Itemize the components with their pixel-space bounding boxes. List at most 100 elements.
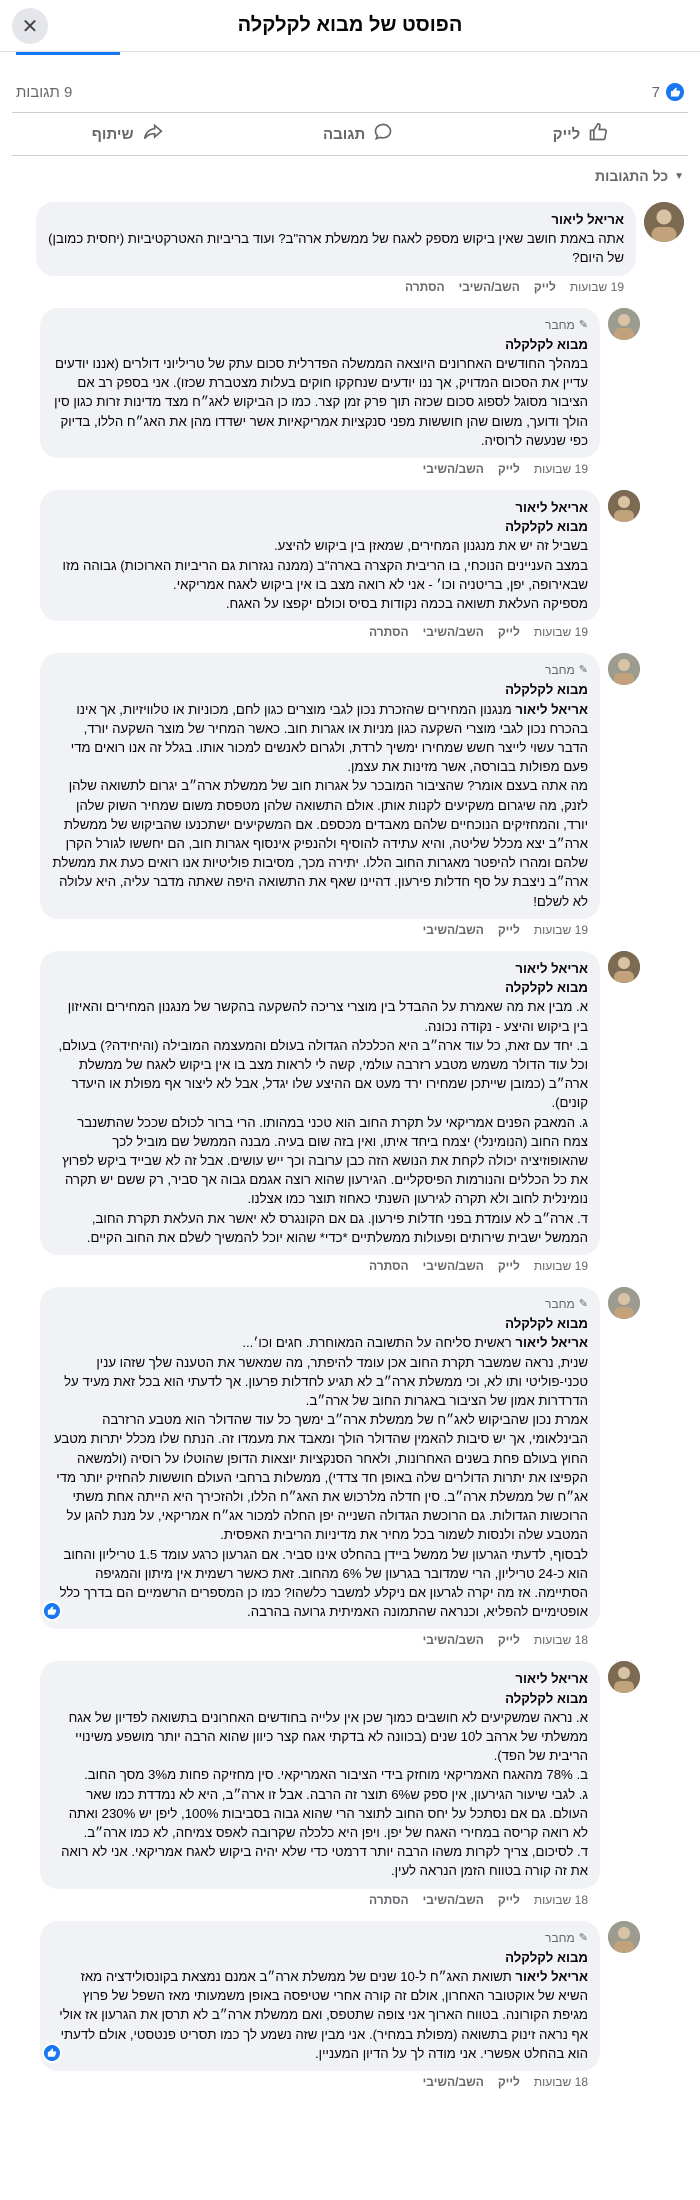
author-badge: מחבר <box>545 1296 575 1311</box>
tagged-page[interactable]: מבוא לקלקלה <box>52 1689 588 1708</box>
mention-link[interactable]: אריאל ליאור <box>515 702 588 717</box>
comment-like-button[interactable]: לייק <box>498 923 520 937</box>
comment-reply-button[interactable]: השב/השיבי <box>423 2075 484 2089</box>
avatar[interactable] <box>608 1286 640 1319</box>
comment-text-content: תשואת האג״ח ל-10 שנים של ממשלת ארה״ב אמנ… <box>55 1969 588 2061</box>
tagged-page[interactable]: מבוא לקלקלה <box>52 978 588 997</box>
post-actions: לייק תגובה שיתוף <box>12 112 688 156</box>
comment-text-content: ראשית סליחה על התשובה המאוחרת. חגים וכו׳… <box>53 1335 588 1620</box>
avatar[interactable] <box>608 653 640 686</box>
comment-hide-button[interactable]: הסתרה <box>405 280 445 294</box>
comment-text-content: א. מבין את מה שאמרת על ההבדל בין מוצרי צ… <box>58 999 588 1245</box>
like-action-button[interactable]: לייק <box>523 116 638 152</box>
comment-text: אריאל ליאור ראשית סליחה על התשובה המאוחר… <box>52 1333 588 1621</box>
comment-meta: 19 שבועות לייק השב/השיבי הסתרה <box>40 621 600 639</box>
comment-like-button[interactable]: לייק <box>534 280 556 294</box>
comment-like-button[interactable]: לייק <box>498 462 520 476</box>
comment-5: אריאל ליאור מבוא לקלקלה א. מבין את מה שאמר… <box>12 950 688 1273</box>
comment-reply-button[interactable]: השב/השיבי <box>423 1893 484 1907</box>
comment-time[interactable]: 18 שבועות <box>534 2075 588 2089</box>
share-arrow-icon <box>142 122 164 146</box>
pencil-icon: ✎ <box>578 1931 588 1944</box>
comment-text: אריאל ליאור תשואת האג״ח ל-10 שנים של ממש… <box>52 1967 588 2063</box>
author-badge-line: ✎ מחבר <box>52 1295 588 1314</box>
comment-3: אריאל ליאור מבוא לקלקלה בשביל זה יש את מנג… <box>12 490 688 639</box>
avatar[interactable] <box>608 307 640 340</box>
dialog-title: הפוסט של מבוא לקלקלה <box>237 14 463 36</box>
pencil-icon: ✎ <box>578 318 588 331</box>
comment-body: אריאל ליאור מבוא לקלקלה בשביל זה יש את מנג… <box>40 490 600 639</box>
comment-meta: 19 שבועות לייק השב/השיבי הסתרה <box>40 1255 600 1273</box>
comment-2: ✎ מחבר מבוא לקלקלה במהלך החודשים האחרונים ה… <box>12 307 688 476</box>
comment-time[interactable]: 19 שבועות <box>534 462 588 476</box>
comment-1: אריאל ליאור אתה באמת חושב שאין ביקוש מספק… <box>12 202 688 294</box>
avatar[interactable] <box>608 950 640 983</box>
comment-text-content: מנגנון המחירים שהזכרת נכון לגבי מוצרים כ… <box>52 701 588 909</box>
comment-author[interactable]: אריאל ליאור <box>48 210 624 229</box>
comment-6: ✎ מחבר מבוא לקלקלה אריאל ליאור ראשית סליחה … <box>12 1286 688 1647</box>
caret-down-icon: ▼ <box>674 170 684 182</box>
share-action-button[interactable]: שיתוף <box>62 116 194 152</box>
comment-bubble: אריאל ליאור אתה באמת חושב שאין ביקוש מספק… <box>36 202 636 276</box>
comment-text: אריאל ליאור מנגנון המחירים שהזכרת נכון ל… <box>52 700 588 911</box>
comment-bubble: ✎ מחבר מבוא לקלקלה אריאל ליאור ראשית סליחה … <box>40 1286 600 1630</box>
comment-like-button[interactable]: לייק <box>498 2075 520 2089</box>
mention-link[interactable]: אריאל ליאור <box>515 1969 588 1984</box>
close-button[interactable]: ✕ <box>12 8 48 44</box>
comment-author[interactable]: אריאל ליאור <box>52 498 588 517</box>
mention-link[interactable]: אריאל ליאור <box>515 1335 588 1350</box>
like-reaction-icon <box>42 2043 62 2064</box>
comment-author[interactable]: מבוא לקלקלה <box>52 680 588 699</box>
comment-reply-button[interactable]: השב/השיבי <box>423 1633 484 1647</box>
comment-reply-button[interactable]: השב/השיבי <box>423 1259 484 1273</box>
comment-meta: 19 שבועות לייק השב/השיבי הסתרה <box>36 276 636 294</box>
comment-author[interactable]: אריאל ליאור <box>52 1669 588 1688</box>
tagged-page[interactable]: מבוא לקלקלה <box>52 517 588 536</box>
comments-filter[interactable]: כל התגובות ▼ <box>0 156 700 192</box>
close-icon: ✕ <box>21 15 39 38</box>
comment-meta: 18 שבועות לייק השב/השיבי הסתרה <box>40 1889 600 1907</box>
comment-bubble: אריאל ליאור מבוא לקלקלה א. נראה שמשקיעים ל… <box>40 1661 600 1889</box>
thumbs-up-icon <box>588 122 608 146</box>
comment-7: אריאל ליאור מבוא לקלקלה א. נראה שמשקיעים ל… <box>12 1661 688 1907</box>
author-badge: מחבר <box>545 317 575 332</box>
comment-author[interactable]: מבוא לקלקלה <box>52 335 588 354</box>
like-reaction-icon <box>666 83 684 101</box>
comment-time[interactable]: 18 שבועות <box>534 1893 588 1907</box>
comment-bubble: ✎ מחבר מבוא לקלקלה אריאל ליאור מנגנון המחיר… <box>40 653 600 919</box>
comment-reply-button[interactable]: השב/השיבי <box>459 280 520 294</box>
comment-action-button[interactable]: תגובה <box>293 116 423 152</box>
comment-hide-button[interactable]: הסתרה <box>369 625 409 639</box>
comment-text-content: בשביל זה יש את מנגנון המחירים, שמאזן בין… <box>62 538 588 612</box>
comment-time[interactable]: 18 שבועות <box>534 1633 588 1647</box>
comment-hide-button[interactable]: הסתרה <box>369 1893 409 1907</box>
comment-time[interactable]: 19 שבועות <box>534 923 588 937</box>
comment-like-button[interactable]: לייק <box>498 625 520 639</box>
comment-like-button[interactable]: לייק <box>498 1633 520 1647</box>
avatar[interactable] <box>644 202 684 242</box>
comment-action-label: תגובה <box>323 125 366 143</box>
avatar[interactable] <box>608 1661 640 1694</box>
avatar[interactable] <box>608 1920 640 1953</box>
avatar[interactable] <box>608 490 640 523</box>
likes-number: 7 <box>651 83 660 101</box>
comment-reply-button[interactable]: השב/השיבי <box>423 462 484 476</box>
filter-label: כל התגובות <box>595 168 669 184</box>
comment-author[interactable]: אריאל ליאור <box>52 959 588 978</box>
comment-like-button[interactable]: לייק <box>498 1893 520 1907</box>
comment-reply-button[interactable]: השב/השיבי <box>423 923 484 937</box>
comment-time[interactable]: 19 שבועות <box>570 280 624 294</box>
comment-body: ✎ מחבר מבוא לקלקלה אריאל ליאור מנגנון המחיר… <box>40 653 600 937</box>
comments-count[interactable]: 9 תגובות <box>16 84 72 101</box>
comment-meta: 19 שבועות לייק השב/השיבי <box>40 919 600 937</box>
likes-count[interactable]: 7 <box>652 83 684 101</box>
comment-author[interactable]: מבוא לקלקלה <box>52 1314 588 1333</box>
comment-bubble: ✎ מחבר מבוא לקלקלה אריאל ליאור תשואת האג״ח … <box>40 1920 600 2072</box>
comment-hide-button[interactable]: הסתרה <box>369 1259 409 1273</box>
comment-reply-button[interactable]: השב/השיבי <box>423 625 484 639</box>
comment-text: א. נראה שמשקיעים לא חושבים כמוך שכן אין … <box>52 1708 588 1881</box>
comment-time[interactable]: 19 שבועות <box>534 625 588 639</box>
comment-time[interactable]: 19 שבועות <box>534 1259 588 1273</box>
comment-author[interactable]: מבוא לקלקלה <box>52 1948 588 1967</box>
comment-like-button[interactable]: לייק <box>498 1259 520 1273</box>
